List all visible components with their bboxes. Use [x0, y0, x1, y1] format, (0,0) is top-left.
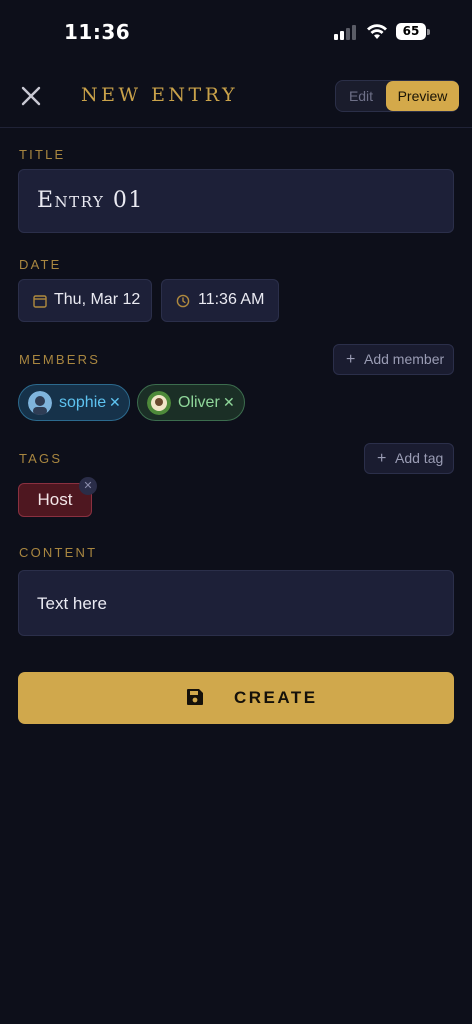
members-label: MEMBERS — [19, 352, 101, 367]
battery-level: 65 — [396, 23, 426, 40]
title-value: Entry 01 — [37, 188, 144, 213]
cellular-signal-icon — [334, 24, 360, 40]
title-input[interactable]: Entry 01 — [18, 169, 454, 233]
wifi-icon — [367, 24, 387, 39]
title-label: TITLE — [19, 147, 66, 162]
remove-icon[interactable]: ✕ — [109, 395, 121, 411]
add-tag-label: Add tag — [395, 450, 444, 466]
add-member-label: Add member — [364, 351, 445, 367]
tab-edit[interactable]: Edit — [336, 81, 386, 111]
member-name: sophie — [59, 394, 107, 411]
tab-preview[interactable]: Preview — [386, 81, 459, 111]
plus-icon: + — [346, 351, 356, 368]
edit-preview-toggle: Edit Preview — [335, 80, 459, 112]
content-value: Text here — [37, 594, 107, 613]
time-value: 11:36 AM — [198, 291, 265, 308]
avatar — [147, 391, 171, 415]
create-button[interactable]: CREATE — [18, 672, 454, 724]
date-value: Thu, Mar 12 — [54, 291, 141, 308]
member-name: Oliver — [178, 394, 220, 411]
member-chip-oliver[interactable]: Oliver ✕ — [137, 384, 245, 421]
battery-icon: 65 — [396, 23, 430, 40]
create-label: CREATE — [234, 688, 318, 707]
content-label: CONTENT — [19, 545, 98, 560]
close-icon[interactable] — [18, 83, 44, 109]
avatar — [28, 391, 52, 415]
status-bar: 11:36 65 — [0, 0, 472, 64]
clock-icon — [176, 294, 190, 308]
content-input[interactable]: Text here — [18, 570, 454, 636]
add-member-button[interactable]: + Add member — [333, 344, 454, 375]
plus-icon: + — [377, 450, 387, 467]
add-tag-button[interactable]: + Add tag — [364, 443, 454, 474]
date-label: DATE — [19, 257, 62, 272]
member-chip-sophie[interactable]: sophie ✕ — [18, 384, 130, 421]
page-title: NEW ENTRY — [81, 84, 238, 106]
remove-icon[interactable]: ✕ — [79, 477, 97, 495]
header: NEW ENTRY Edit Preview — [0, 64, 472, 128]
date-picker-button[interactable]: Thu, Mar 12 — [18, 279, 152, 322]
status-time: 11:36 — [64, 20, 131, 44]
save-icon — [187, 689, 203, 705]
calendar-icon — [33, 295, 47, 308]
tags-label: TAGS — [19, 451, 63, 466]
remove-icon[interactable]: ✕ — [223, 395, 235, 411]
time-picker-button[interactable]: 11:36 AM — [161, 279, 279, 322]
